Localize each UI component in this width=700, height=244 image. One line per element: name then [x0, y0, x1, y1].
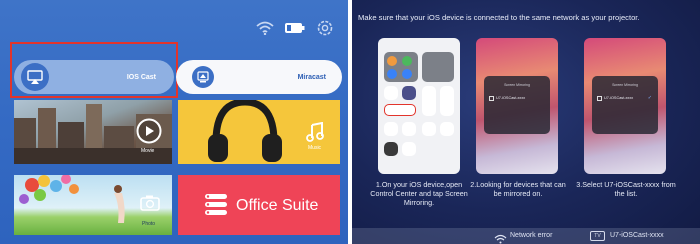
wifi-icon: [256, 21, 274, 35]
cellular-icon: [402, 56, 412, 66]
movie-label: Movie: [141, 148, 155, 154]
screen-mirroring-button: [384, 104, 416, 116]
popup-title: Screen Mirroring: [612, 83, 638, 87]
network-wifi-icon: [494, 231, 507, 244]
alarm-icon: [402, 142, 416, 156]
bottom-status-bar: Network error TV U7-iOSCast-xxxx: [352, 228, 700, 244]
music-tile[interactable]: Music: [178, 100, 340, 164]
music-control-block: [422, 52, 454, 82]
screen-mirroring-popup: Screen Mirroring U7-iOSCast-xxxx ✓: [592, 76, 658, 134]
wifi-toggle-icon: [387, 69, 397, 79]
timer-icon: [402, 122, 416, 136]
photo-tile[interactable]: Photo: [14, 175, 172, 235]
screen-mirroring-popup: Screen Mirroring U7-iOSCast-xxxx: [484, 76, 550, 134]
miracast-icon: [192, 66, 214, 88]
office-suite-tile[interactable]: Office Suite: [178, 175, 340, 235]
photo-label: Photo: [142, 221, 156, 227]
tv-icon: TV: [590, 231, 605, 241]
movie-tile[interactable]: Movie: [14, 100, 172, 164]
bluetooth-icon: [402, 69, 412, 79]
camera-shortcut-icon: [440, 122, 454, 136]
airplay-icon: [18, 60, 52, 94]
music-note-icon: [306, 121, 324, 147]
device-row-selected: U7-iOSCast-xxxx ✓: [596, 94, 654, 103]
miracast-label: Miracast: [297, 73, 326, 81]
popup-title: Screen Mirroring: [504, 83, 530, 87]
music-label: Music: [308, 145, 322, 151]
airplane-mode-icon: [387, 56, 397, 66]
device-selected-screenshot: Screen Mirroring U7-iOSCast-xxxx ✓: [584, 38, 666, 174]
network-status: Network error: [510, 232, 553, 239]
calculator-icon: [422, 122, 436, 136]
settings-gear-icon[interactable]: [316, 19, 334, 37]
device-row: U7-iOSCast-xxxx: [488, 94, 546, 103]
tv-device-icon: [489, 96, 494, 101]
office-suite-icon: [204, 192, 228, 221]
office-suite-label: Office Suite: [236, 197, 319, 214]
wallet-icon: [384, 142, 398, 156]
ios-cast-button[interactable]: IOS Cast: [14, 60, 174, 94]
instruction-headline: Make sure that your iOS device is connec…: [358, 13, 640, 22]
device-name: U7-iOSCast-xxxx: [604, 96, 634, 100]
play-icon[interactable]: [136, 118, 162, 149]
device-name-status: U7-iOSCast-xxxx: [610, 232, 664, 239]
step-1-caption: 1.On your iOS device,open Control Center…: [370, 180, 468, 207]
miracast-button[interactable]: Miracast: [176, 60, 342, 94]
status-bar: [256, 19, 334, 37]
ios-cast-label: IOS Cast: [126, 73, 156, 81]
headphones-image: [206, 100, 284, 164]
tv-device-icon: [597, 96, 602, 101]
battery-icon: [284, 22, 306, 34]
ios-cast-instructions-screen: Make sure that your iOS device is connec…: [352, 0, 700, 244]
flashlight-icon: [384, 122, 398, 136]
step-2-caption: 2.Looking for devices that can be mirror…: [470, 180, 566, 198]
volume-slider: [440, 86, 454, 116]
home-launcher-screen: IOS Cast Miracast Movie Music Photo Offi…: [0, 0, 348, 244]
rotation-lock-icon: [384, 86, 398, 100]
do-not-disturb-icon: [402, 86, 416, 100]
control-center-screenshot: [378, 38, 460, 174]
camera-icon: [140, 195, 160, 216]
device-name: U7-iOSCast-xxxx: [496, 96, 526, 100]
brightness-slider: [422, 86, 436, 116]
step-3-caption: 3.Select U7-iOSCast-xxxx from the list.: [576, 180, 676, 198]
checkmark-icon: ✓: [647, 95, 652, 101]
searching-devices-screenshot: Screen Mirroring U7-iOSCast-xxxx: [476, 38, 558, 174]
